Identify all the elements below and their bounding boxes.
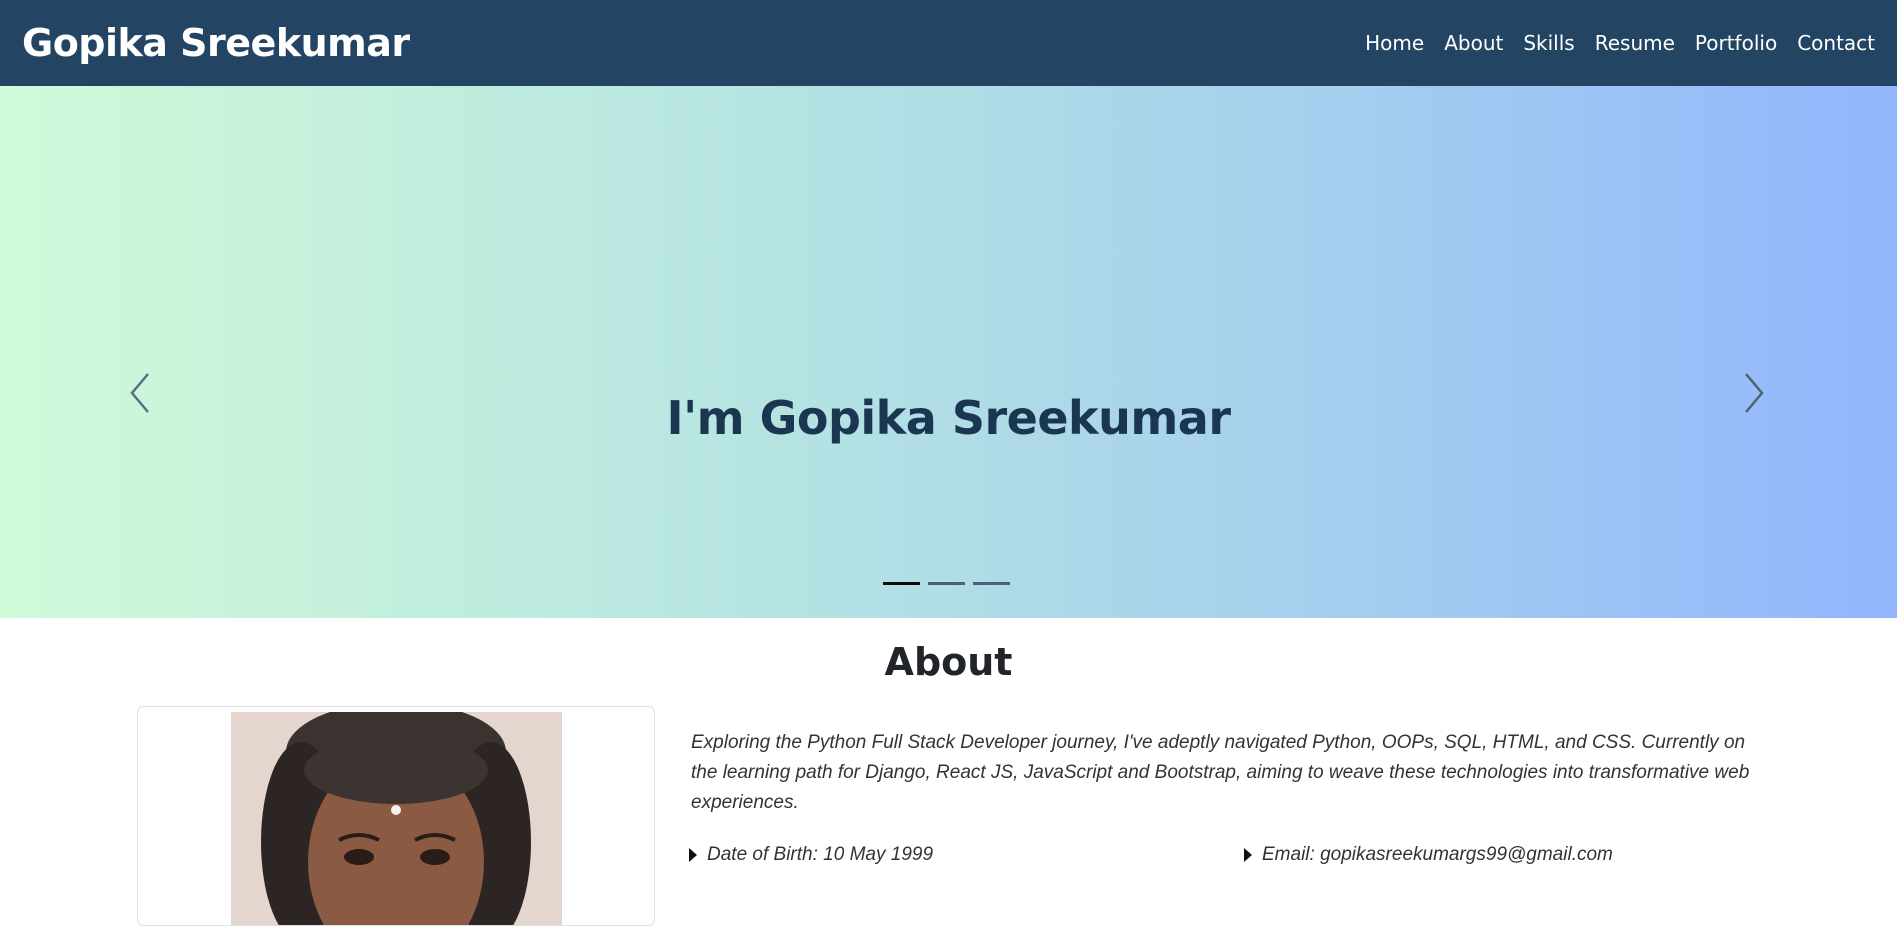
nav-link-portfolio[interactable]: Portfolio xyxy=(1695,31,1777,55)
nav-link-skills[interactable]: Skills xyxy=(1523,31,1574,55)
detail-email: Email: gopikasreekumargs99@gmail.com xyxy=(1244,844,1613,866)
caret-right-icon xyxy=(689,848,697,862)
nav-link-about[interactable]: About xyxy=(1444,31,1503,55)
nav-menu: Home About Skills Resume Portfolio Conta… xyxy=(1365,31,1875,55)
navbar: Gopika Sreekumar Home About Skills Resum… xyxy=(0,0,1897,86)
carousel-indicator-2[interactable] xyxy=(928,582,965,585)
dob-text: Date of Birth: 10 May 1999 xyxy=(707,844,934,865)
nav-link-home[interactable]: Home xyxy=(1365,31,1424,55)
detail-dob: Date of Birth: 10 May 1999 xyxy=(689,844,933,866)
hero-carousel: I'm Gopika Sreekumar xyxy=(0,86,1897,618)
carousel-indicator-3[interactable] xyxy=(973,582,1010,585)
carousel-indicator-1[interactable] xyxy=(883,582,920,585)
carousel-next-button[interactable] xyxy=(1734,368,1774,418)
profile-portrait xyxy=(231,712,562,925)
chevron-right-icon xyxy=(1745,373,1764,413)
profile-photo-card xyxy=(137,706,655,926)
brand-title[interactable]: Gopika Sreekumar xyxy=(22,21,410,65)
email-text: Email: gopikasreekumargs99@gmail.com xyxy=(1262,844,1613,865)
profile-photo xyxy=(231,712,562,925)
hero-title: I'm Gopika Sreekumar xyxy=(666,390,1231,445)
about-heading: About xyxy=(884,640,1013,684)
nav-link-contact[interactable]: Contact xyxy=(1797,31,1875,55)
nav-link-resume[interactable]: Resume xyxy=(1595,31,1675,55)
about-bio: Exploring the Python Full Stack Develope… xyxy=(691,732,1750,813)
caret-right-icon xyxy=(1244,848,1252,862)
carousel-indicators xyxy=(883,582,1010,585)
